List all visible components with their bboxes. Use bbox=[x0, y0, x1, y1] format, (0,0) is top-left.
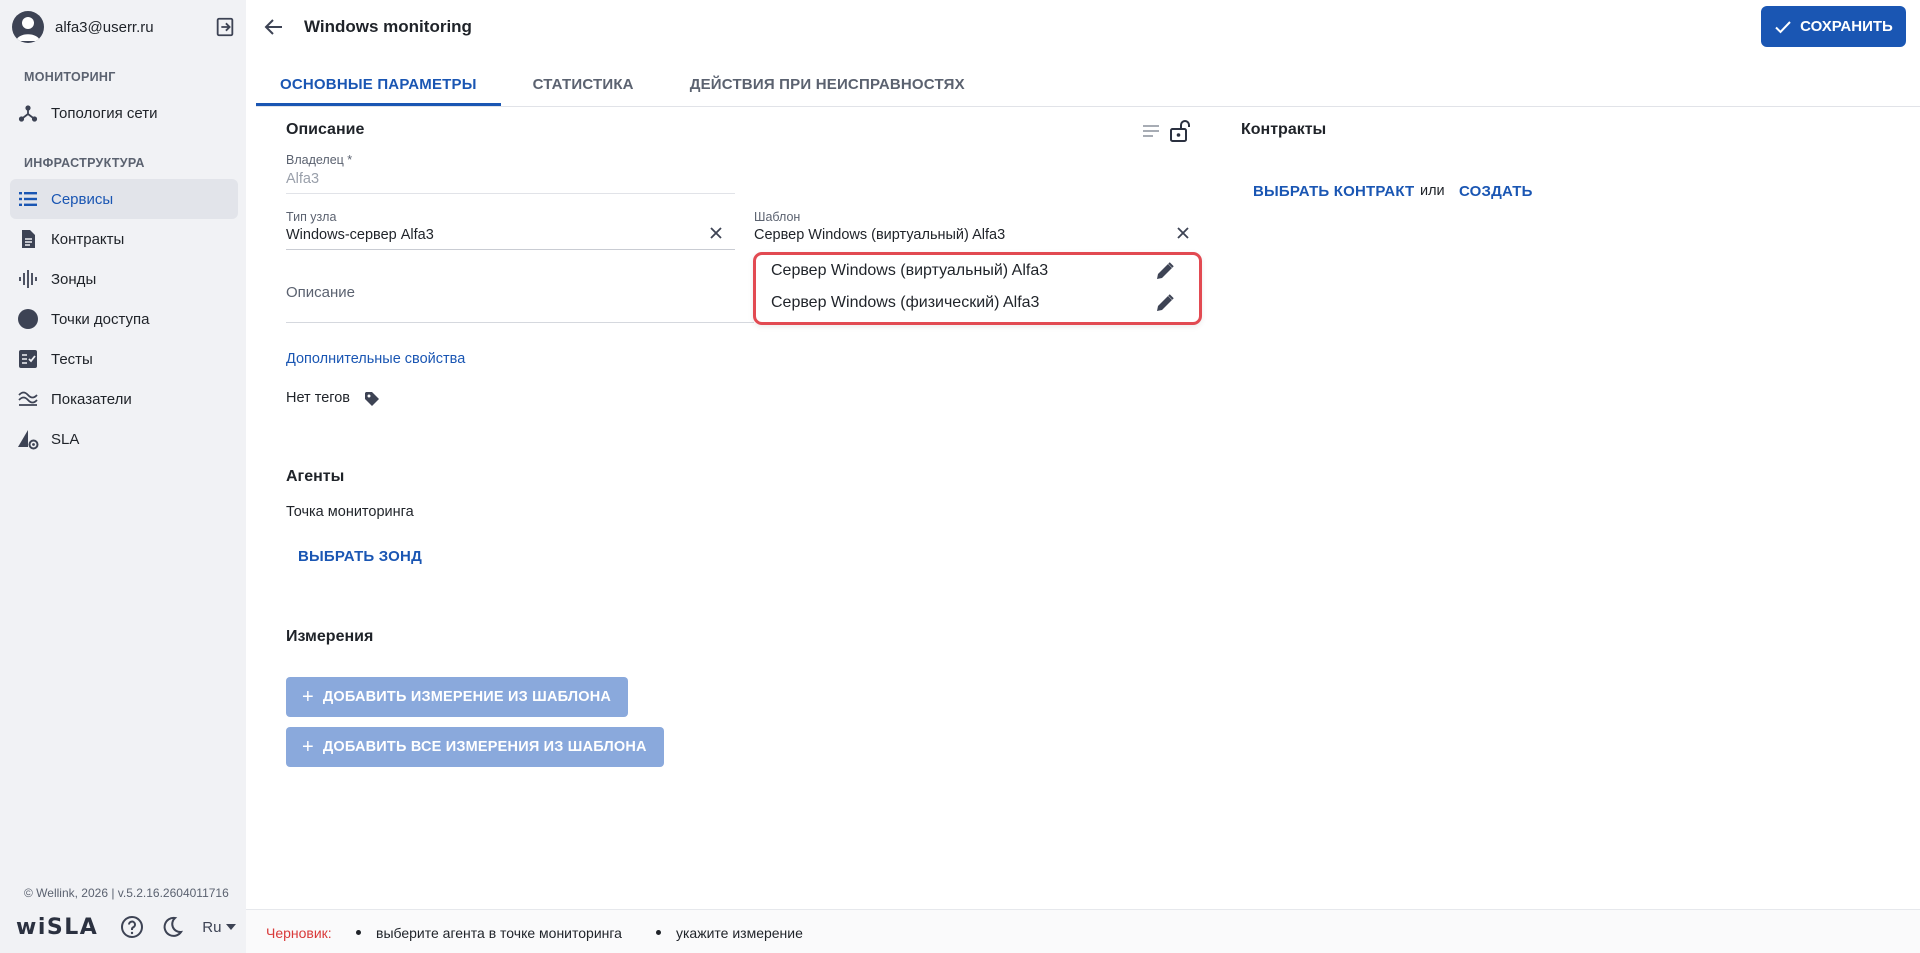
sidebar-item-label: SLA bbox=[51, 430, 80, 448]
help-icon[interactable] bbox=[120, 915, 144, 939]
sidebar-item-metrics[interactable]: Показатели bbox=[10, 379, 238, 419]
button-label: ДОБАВИТЬ ИЗМЕРЕНИЕ ИЗ ШАБЛОНА bbox=[322, 689, 612, 705]
section-title-infrastructure: ИНФРАСТРУКТУРА bbox=[24, 156, 145, 170]
user-row: alfa3@userr.ru bbox=[12, 11, 236, 43]
draft-label: Черновик: bbox=[266, 925, 332, 941]
sidebar-item-label: Зонды bbox=[51, 270, 97, 288]
sidebar-item-access-points[interactable]: Точки доступа bbox=[10, 299, 238, 339]
logout-icon[interactable] bbox=[214, 16, 236, 38]
node-type-field[interactable]: Windows-сервер Alfa3 bbox=[286, 227, 434, 243]
measurements-section-title: Измерения bbox=[286, 628, 374, 645]
description-section-title: Описание bbox=[286, 121, 365, 138]
bullet bbox=[356, 930, 361, 935]
back-arrow-icon[interactable] bbox=[262, 15, 286, 39]
agents-section-title: Агенты bbox=[286, 468, 345, 485]
save-button-label: СОХРАНИТЬ bbox=[1800, 18, 1893, 35]
sidebar-item-label: Сервисы bbox=[51, 190, 114, 208]
document-icon bbox=[17, 228, 39, 250]
template-option-label: Сервер Windows (виртуальный) Alfa3 bbox=[771, 262, 1049, 279]
copyright: © Wellink, 2026 | v.5.2.16.2604011716 bbox=[24, 886, 229, 900]
plus-icon: + bbox=[302, 736, 314, 758]
create-contract-button[interactable]: СОЗДАТЬ bbox=[1459, 183, 1533, 200]
plus-icon: + bbox=[302, 686, 314, 708]
draft-status-bar: Черновик: выберите агента в точке монито… bbox=[246, 910, 1920, 953]
tab-main-parameters[interactable]: ОСНОВНЫЕ ПАРАМЕТРЫ bbox=[256, 62, 501, 106]
sidebar-item-sla[interactable]: SLA bbox=[10, 419, 238, 459]
template-option-label: Сервер Windows (физический) Alfa3 bbox=[771, 294, 1040, 311]
add-measurement-from-template-button[interactable]: + ДОБАВИТЬ ИЗМЕРЕНИЕ ИЗ ШАБЛОНА bbox=[286, 677, 629, 717]
owner-underline bbox=[286, 193, 735, 194]
page-title: Windows monitoring bbox=[304, 17, 472, 36]
tab-bar: ОСНОВНЫЕ ПАРАМЕТРЫ СТАТИСТИКА ДЕЙСТВИЯ П… bbox=[256, 62, 989, 106]
draft-hint: выберите агента в точке мониторинга bbox=[376, 925, 622, 941]
section-title-monitoring: МОНИТОРИНГ bbox=[24, 70, 116, 84]
select-contract-button[interactable]: ВЫБРАТЬ КОНТРАКТ bbox=[1253, 183, 1414, 200]
check-icon bbox=[1775, 20, 1791, 33]
description-underline bbox=[286, 322, 754, 323]
sidebar-item-contracts[interactable]: Контракты bbox=[10, 219, 238, 259]
user-email: alfa3@userr.ru bbox=[55, 18, 154, 36]
clear-node-type-icon[interactable] bbox=[706, 223, 726, 243]
sidebar-item-topology[interactable]: Топология сети bbox=[10, 93, 238, 133]
probe-icon bbox=[17, 268, 39, 290]
language-label: Ru bbox=[202, 918, 222, 936]
sidebar-item-label: Контракты bbox=[51, 230, 125, 248]
sidebar: alfa3@userr.ru МОНИТОРИНГ Топология сети… bbox=[0, 0, 246, 953]
template-label: Шаблон bbox=[754, 210, 801, 224]
language-select[interactable]: Ru bbox=[202, 918, 237, 936]
owner-field: Alfa3 bbox=[286, 171, 320, 187]
extra-properties-link[interactable]: Дополнительные свойства bbox=[286, 351, 465, 367]
bullet bbox=[656, 930, 661, 935]
add-all-measurements-from-template-button[interactable]: + ДОБАВИТЬ ВСЕ ИЗМЕРЕНИЯ ИЗ ШАБЛОНА bbox=[286, 727, 664, 767]
template-option[interactable]: Сервер Windows (виртуальный) Alfa3 bbox=[756, 255, 1199, 287]
clear-template-icon[interactable] bbox=[1173, 223, 1193, 243]
sidebar-item-label: Показатели bbox=[51, 390, 132, 408]
tag-icon[interactable] bbox=[364, 391, 380, 407]
save-button[interactable]: СОХРАНИТЬ bbox=[1761, 6, 1906, 47]
waves-icon bbox=[17, 388, 39, 410]
node-type-label: Тип узла bbox=[286, 210, 337, 224]
template-option[interactable]: Сервер Windows (физический) Alfa3 bbox=[756, 287, 1199, 319]
sidebar-item-services[interactable]: Сервисы bbox=[10, 179, 238, 219]
contracts-section-title: Контракты bbox=[1241, 121, 1327, 138]
chevron-down-icon bbox=[226, 924, 237, 930]
sidebar-item-probes[interactable]: Зонды bbox=[10, 259, 238, 299]
user-avatar-icon[interactable] bbox=[12, 11, 44, 43]
sla-settings-icon bbox=[17, 428, 39, 450]
edit-pencil-icon[interactable] bbox=[1155, 293, 1175, 313]
monitoring-point-label: Точка мониторинга bbox=[286, 504, 414, 520]
circle-icon bbox=[17, 308, 39, 330]
notes-icon[interactable] bbox=[1142, 123, 1160, 139]
tab-fault-actions[interactable]: ДЕЙСТВИЯ ПРИ НЕИСПРАВНОСТЯХ bbox=[658, 62, 989, 106]
owner-label: Владелец * bbox=[286, 153, 353, 167]
logo: wiSLA bbox=[16, 914, 99, 940]
no-tags-text: Нет тегов bbox=[286, 390, 351, 406]
template-dropdown: Сервер Windows (виртуальный) Alfa3 Серве… bbox=[753, 252, 1202, 325]
description-field[interactable]: Описание bbox=[286, 284, 355, 301]
unlock-icon[interactable] bbox=[1169, 119, 1191, 143]
or-text: или bbox=[1420, 183, 1445, 199]
button-label: ДОБАВИТЬ ВСЕ ИЗМЕРЕНИЯ ИЗ ШАБЛОНА bbox=[322, 739, 647, 755]
template-field[interactable]: Сервер Windows (виртуальный) Alfa3 bbox=[754, 227, 1005, 243]
tab-statistics[interactable]: СТАТИСТИКА bbox=[501, 62, 658, 106]
sidebar-item-label: Топология сети bbox=[51, 104, 158, 122]
checklist-icon bbox=[17, 348, 39, 370]
tab-divider bbox=[256, 106, 1920, 107]
edit-pencil-icon[interactable] bbox=[1155, 261, 1175, 281]
sidebar-item-label: Точки доступа bbox=[51, 310, 150, 328]
sidebar-item-tests[interactable]: Тесты bbox=[10, 339, 238, 379]
list-icon bbox=[17, 188, 39, 210]
sidebar-bottom-bar: wiSLA Ru bbox=[16, 912, 237, 942]
draft-hint: укажите измерение bbox=[676, 925, 803, 941]
sidebar-item-label: Тесты bbox=[51, 350, 93, 368]
node-type-underline bbox=[286, 249, 735, 250]
topology-icon bbox=[17, 102, 39, 124]
dark-mode-moon-icon[interactable] bbox=[160, 915, 184, 939]
select-probe-button[interactable]: ВЫБРАТЬ ЗОНД bbox=[298, 548, 422, 565]
